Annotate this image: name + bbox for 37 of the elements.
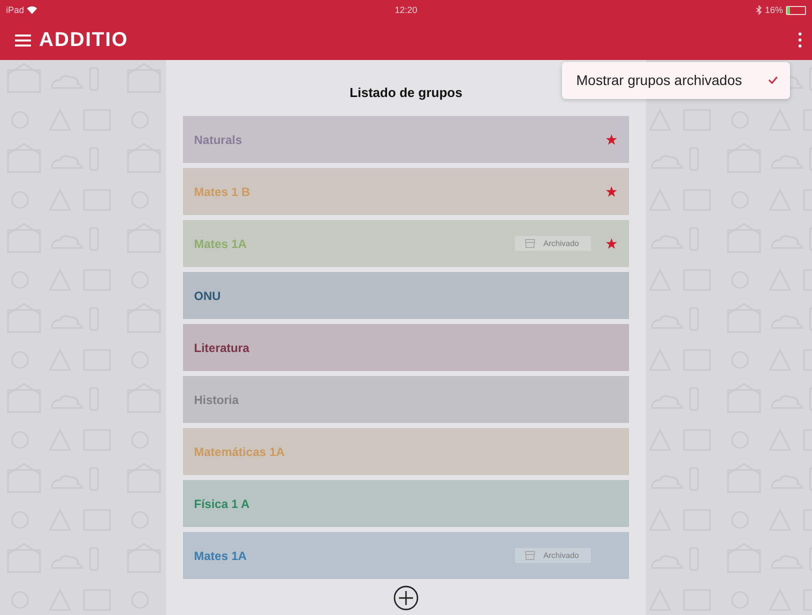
- group-name: Historia: [194, 392, 239, 406]
- add-group-button[interactable]: [393, 585, 419, 611]
- wifi-icon: [27, 6, 38, 14]
- group-row[interactable]: ONU: [183, 272, 629, 319]
- group-name: Literatura: [194, 340, 250, 354]
- group-row[interactable]: Mates 1A Archivado: [183, 532, 629, 579]
- archived-label: Archivado: [543, 551, 579, 560]
- menu-icon[interactable]: [15, 34, 31, 46]
- star-icon[interactable]: [606, 186, 616, 197]
- group-row[interactable]: Mates 1A Archivado: [183, 220, 629, 267]
- device-name: iPad: [6, 5, 24, 15]
- group-name: Mates 1A: [194, 548, 247, 562]
- battery-icon: [786, 6, 806, 14]
- more-options-icon[interactable]: [798, 32, 802, 48]
- battery-percent: 16%: [764, 5, 783, 15]
- star-icon[interactable]: [606, 238, 616, 249]
- app-logo: ADDITIO: [39, 28, 128, 52]
- group-name: Física 1 A: [194, 496, 250, 510]
- status-time: 12:20: [394, 5, 418, 15]
- archived-label: Archivado: [543, 239, 579, 248]
- group-row[interactable]: Física 1 A: [183, 480, 629, 527]
- group-row[interactable]: Naturals: [183, 116, 629, 163]
- group-name: ONU: [194, 288, 221, 302]
- menu-item[interactable]: Mostrar grupos archivados: [562, 62, 790, 99]
- panel-title: Listado de grupos: [350, 85, 462, 100]
- group-name: Mates 1 B: [194, 184, 250, 198]
- group-row[interactable]: Literatura: [183, 324, 629, 371]
- archive-box-icon: [525, 551, 536, 560]
- bluetooth-icon: [756, 5, 762, 15]
- group-row[interactable]: Historia: [183, 376, 629, 423]
- group-row[interactable]: Mates 1 B: [183, 168, 629, 215]
- group-name: Naturals: [194, 132, 242, 146]
- group-name: Matemáticas 1A: [194, 444, 285, 458]
- star-icon[interactable]: [606, 134, 616, 145]
- archive-box-icon: [525, 239, 536, 248]
- group-name: Mates 1A: [194, 236, 247, 250]
- group-row[interactable]: Matemáticas 1A: [183, 428, 629, 475]
